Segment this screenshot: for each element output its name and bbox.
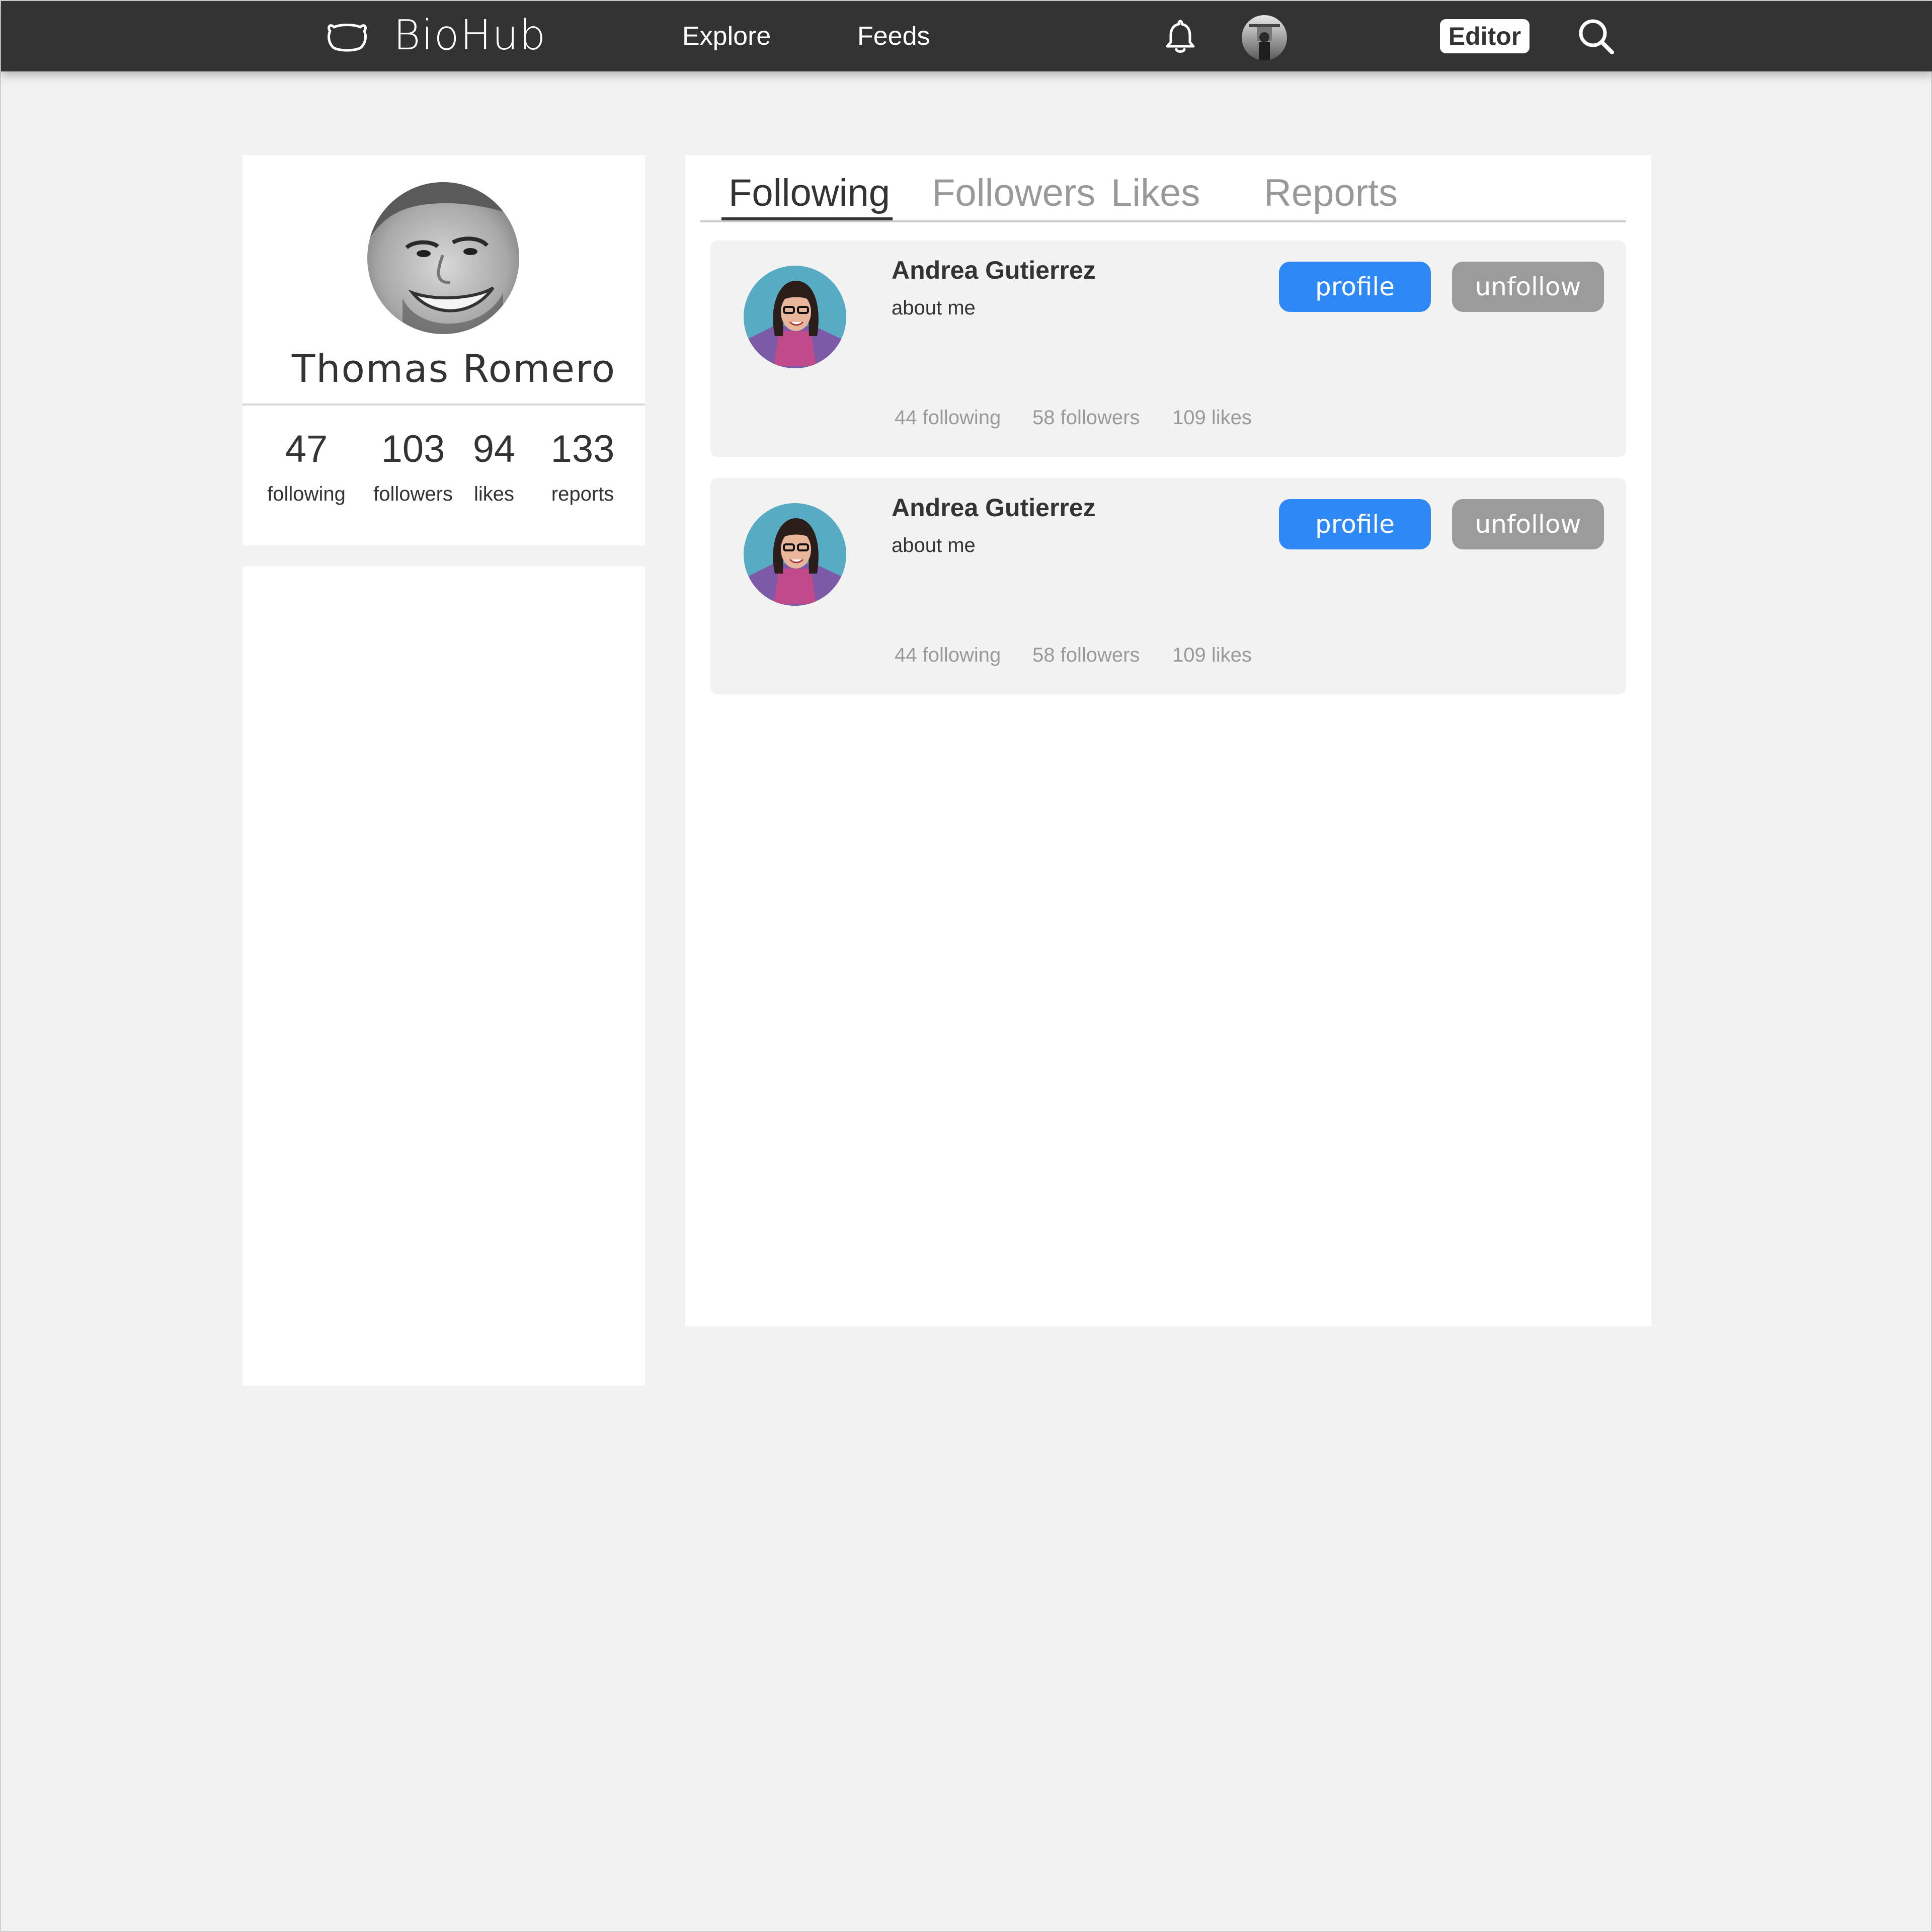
tab-likes[interactable]: Likes: [1111, 168, 1200, 218]
nav-user-avatar[interactable]: [1242, 15, 1287, 60]
stat-followers-label: followers: [373, 483, 453, 505]
user-name[interactable]: Andrea Gutierrez: [892, 256, 1096, 285]
user-avatar[interactable]: [744, 503, 846, 606]
stat-following[interactable]: 47 following: [254, 422, 359, 506]
sidebar-empty-panel: [243, 567, 645, 1386]
tab-bar: Following Followers Likes Reports: [700, 155, 1626, 222]
stat-following-label: following: [267, 483, 346, 505]
tab-following[interactable]: Following: [729, 168, 890, 218]
user-about: about me: [892, 297, 976, 319]
profile-divider: [243, 404, 645, 406]
user-avatar[interactable]: [744, 266, 846, 368]
top-navbar: BioHub Explore Feeds Editor: [1, 1, 1932, 71]
stat-reports-label: reports: [551, 483, 614, 505]
stat-followers[interactable]: 103 followers: [360, 422, 466, 506]
user-followers-count: 58 followers: [1032, 407, 1140, 429]
user-likes-count: 109 likes: [1172, 644, 1252, 666]
tab-followers[interactable]: Followers: [932, 168, 1095, 218]
stat-followers-count: 103: [381, 428, 445, 470]
stat-likes-count: 94: [472, 428, 516, 470]
unfollow-button[interactable]: unfollow: [1452, 499, 1604, 549]
stat-likes[interactable]: 94 likes: [464, 422, 524, 506]
nav-feeds-link[interactable]: Feeds: [857, 16, 930, 56]
page: BioHub Explore Feeds Editor Thomas Romer…: [0, 0, 1932, 1932]
user-following-count: 44 following: [895, 407, 1001, 429]
user-card: Andrea Gutierrez about me profile unfoll…: [710, 240, 1626, 457]
profile-button[interactable]: profile: [1279, 499, 1431, 549]
editor-button[interactable]: Editor: [1440, 19, 1530, 53]
profile-button[interactable]: profile: [1279, 262, 1431, 312]
profile-avatar: [367, 182, 519, 334]
user-card: Andrea Gutierrez about me profile unfoll…: [710, 478, 1626, 694]
stat-likes-label: likes: [473, 483, 515, 505]
bear-head-icon[interactable]: [327, 20, 367, 52]
active-tab-indicator: [721, 217, 893, 220]
search-icon[interactable]: [1576, 16, 1616, 56]
user-about: about me: [892, 534, 976, 556]
brand-logo[interactable]: BioHub: [393, 13, 546, 58]
stat-reports[interactable]: 133 reports: [537, 422, 628, 506]
main-panel: Following Followers Likes Reports Andrea…: [685, 155, 1651, 1326]
user-likes-count: 109 likes: [1172, 407, 1252, 429]
user-name[interactable]: Andrea Gutierrez: [892, 493, 1096, 522]
profile-name: Thomas Romero: [291, 346, 616, 391]
user-following-count: 44 following: [895, 644, 1001, 666]
bell-icon[interactable]: [1164, 18, 1196, 55]
profile-card: Thomas Romero 47 following 103 followers…: [243, 155, 645, 545]
tab-reports[interactable]: Reports: [1264, 168, 1398, 218]
stat-reports-count: 133: [550, 428, 615, 470]
unfollow-button[interactable]: unfollow: [1452, 262, 1604, 312]
user-followers-count: 58 followers: [1032, 644, 1140, 666]
nav-explore-link[interactable]: Explore: [682, 16, 771, 56]
stat-following-count: 47: [285, 428, 328, 470]
